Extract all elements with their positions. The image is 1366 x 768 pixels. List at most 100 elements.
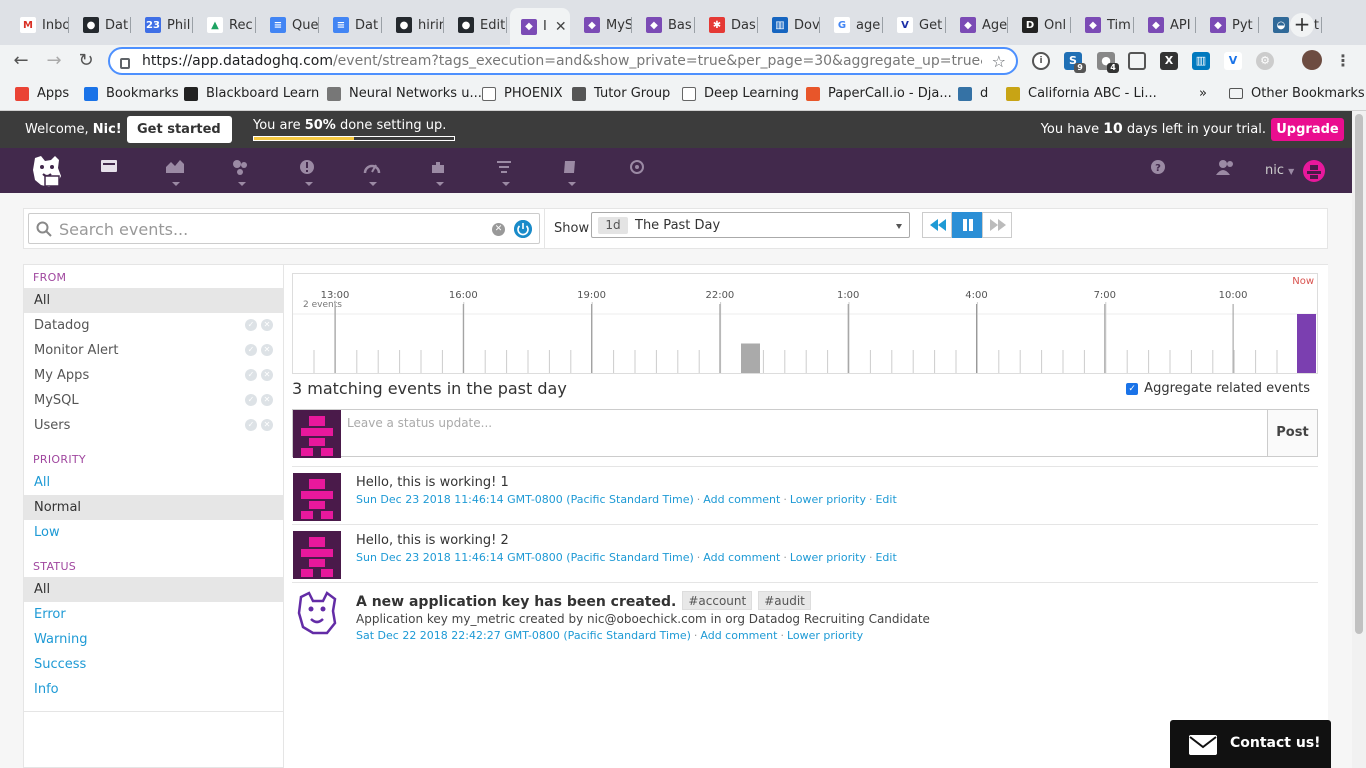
page-scrollbar[interactable]	[1352, 111, 1366, 768]
browser-tab[interactable]: M Inbo	[9, 10, 69, 40]
event-action-link[interactable]: Lower priority	[787, 629, 863, 642]
from-filter-item[interactable]: MySQL ✓ ✕	[24, 388, 284, 413]
browser-tab[interactable]: V Get	[886, 10, 946, 40]
datadog-logo-icon[interactable]	[27, 152, 65, 190]
browser-tab[interactable]: 23 Phil	[134, 10, 193, 40]
integrations-nav-icon[interactable]	[430, 159, 450, 186]
bookmark-item[interactable]: d	[958, 86, 988, 101]
event-timestamp[interactable]: Sun Dec 23 2018 11:46:14 GMT-0800 (Pacif…	[356, 493, 694, 506]
infrastructure-nav-icon[interactable]	[232, 159, 252, 186]
metrics-nav-icon[interactable]	[363, 159, 383, 186]
help-icon[interactable]: ?	[1150, 159, 1170, 179]
event-action-link[interactable]: Add comment	[703, 551, 780, 564]
browser-tab[interactable]: ▲ Rec	[196, 10, 256, 40]
exclude-x-icon[interactable]: ✕	[261, 369, 273, 381]
notebooks-nav-icon[interactable]	[562, 159, 582, 186]
include-check-icon[interactable]: ✓	[245, 369, 257, 381]
browser-tab[interactable]: ◆ Age	[949, 10, 1008, 40]
dashboards-nav-icon[interactable]	[166, 159, 186, 186]
bookmark-item[interactable]: Neural Networks u...	[327, 86, 482, 101]
browser-tab[interactable]: ◆ MyS	[573, 10, 632, 40]
v-extension-icon[interactable]: V	[1224, 52, 1242, 70]
status-filter-item[interactable]: Warning	[24, 627, 284, 652]
include-check-icon[interactable]: ✓	[245, 319, 257, 331]
browser-tab[interactable]: ◆ I ✕	[510, 8, 570, 45]
status-filter-item[interactable]: Success	[24, 652, 284, 677]
event-timeline[interactable]: Now 2 events 13:00 16:00 19:00 22:00 1:00 4:0…	[292, 273, 1318, 374]
browser-tab[interactable]: ≡ Que	[259, 10, 319, 40]
event-tag[interactable]: #audit	[758, 591, 811, 610]
browser-tab[interactable]: ◆ API	[1137, 10, 1196, 40]
include-check-icon[interactable]: ✓	[245, 394, 257, 406]
priority-filter-item[interactable]: Normal	[24, 495, 284, 520]
browser-tab[interactable]: ◆ Pyt	[1199, 10, 1259, 40]
status-update-input[interactable]	[341, 410, 1269, 456]
exclude-x-icon[interactable]: ✕	[261, 394, 273, 406]
scrollbar-thumb[interactable]	[1355, 114, 1363, 634]
fast-forward-button[interactable]	[982, 212, 1012, 238]
event-timestamp[interactable]: Sat Dec 22 2018 22:42:27 GMT-0800 (Pacif…	[356, 629, 691, 642]
new-tab-button[interactable]: +	[1290, 13, 1314, 37]
event-action-link[interactable]: Add comment	[700, 629, 777, 642]
profile-avatar[interactable]	[1302, 50, 1322, 70]
timeline-bar[interactable]	[741, 343, 760, 374]
aggregate-checkbox[interactable]: ✓	[1126, 382, 1139, 395]
bookmark-item[interactable]: PaperCall.io - Dja...	[806, 86, 952, 101]
search-syntax-icon[interactable]	[514, 220, 532, 238]
team-icon[interactable]	[1216, 159, 1236, 179]
gear-extension-icon[interactable]: ⚙	[1256, 52, 1274, 70]
back-arrow-icon[interactable]: ←	[9, 50, 33, 74]
close-tab-icon[interactable]: ✕	[555, 19, 567, 35]
user-menu[interactable]: nic ▼	[1265, 163, 1294, 178]
exclude-x-icon[interactable]: ✕	[261, 419, 273, 431]
bookmarks-overflow-button[interactable]: »	[1199, 86, 1207, 101]
browser-tab[interactable]: ▥ Dov	[761, 10, 820, 40]
aggregate-toggle[interactable]: ✓ Aggregate related events	[1126, 381, 1310, 396]
event-action-link[interactable]: Edit	[875, 493, 896, 506]
event-action-link[interactable]: Edit	[875, 551, 896, 564]
logs-nav-icon[interactable]	[496, 159, 516, 186]
timeframe-select[interactable]: 1d The Past Day	[591, 212, 910, 238]
contact-us-widget[interactable]: Contact us!	[1170, 720, 1331, 768]
bookmark-item[interactable]: Deep Learning	[682, 86, 799, 101]
event-action-link[interactable]: Lower priority	[790, 493, 866, 506]
event-timestamp[interactable]: Sun Dec 23 2018 11:46:14 GMT-0800 (Pacif…	[356, 551, 694, 564]
browser-tab[interactable]: ≡ Dat	[322, 10, 382, 40]
user-avatar[interactable]	[1303, 160, 1325, 182]
priority-filter-item[interactable]: All	[24, 470, 284, 495]
from-filter-item[interactable]: Users ✓ ✕	[24, 413, 284, 438]
timeline-bar[interactable]	[1297, 314, 1316, 373]
browser-tab[interactable]: ◆ Tim	[1074, 10, 1134, 40]
exclude-x-icon[interactable]: ✕	[261, 344, 273, 356]
upgrade-button[interactable]: Upgrade	[1271, 118, 1344, 141]
bookmark-item[interactable]: Blackboard Learn	[184, 86, 319, 101]
cast-icon[interactable]	[1128, 52, 1146, 70]
search-input[interactable]	[59, 218, 479, 240]
bookmark-star-icon[interactable]: ☆	[992, 52, 1006, 71]
bookmark-item[interactable]: Bookmarks	[84, 86, 179, 101]
browser-tab[interactable]: ✱ Das	[698, 10, 758, 40]
browser-tab[interactable]: D Onl	[1011, 10, 1071, 40]
browser-tab[interactable]: Gage	[823, 10, 883, 40]
event-action-link[interactable]: Add comment	[703, 493, 780, 506]
address-bar[interactable]: https://app.datadoghq.com/event/stream?t…	[108, 47, 1018, 75]
event-action-link[interactable]: Lower priority	[790, 551, 866, 564]
get-started-button[interactable]: Get started ▼	[127, 116, 232, 163]
watchdog-nav-icon[interactable]	[628, 159, 648, 179]
browser-tab[interactable]: ● hirir	[385, 10, 444, 40]
post-button[interactable]: Post	[1267, 410, 1317, 456]
bookmark-item[interactable]: PHOENIX	[482, 86, 563, 101]
pause-button[interactable]	[952, 212, 982, 238]
onepassword-extension-icon[interactable]: i	[1032, 52, 1050, 70]
status-filter-item[interactable]: Error	[24, 602, 284, 627]
rewind-button[interactable]	[922, 212, 952, 238]
forward-arrow-icon[interactable]: →	[42, 50, 66, 74]
from-filter-item[interactable]: My Apps ✓ ✕	[24, 363, 284, 388]
events-nav-icon[interactable]	[101, 159, 121, 179]
status-filter-item[interactable]: All	[24, 577, 284, 602]
include-check-icon[interactable]: ✓	[245, 419, 257, 431]
browser-tab[interactable]: ● Edit	[447, 10, 507, 40]
browser-tab[interactable]: ● Dat	[72, 10, 131, 40]
other-bookmarks[interactable]: Other Bookmarks	[1229, 86, 1365, 101]
include-check-icon[interactable]: ✓	[245, 344, 257, 356]
